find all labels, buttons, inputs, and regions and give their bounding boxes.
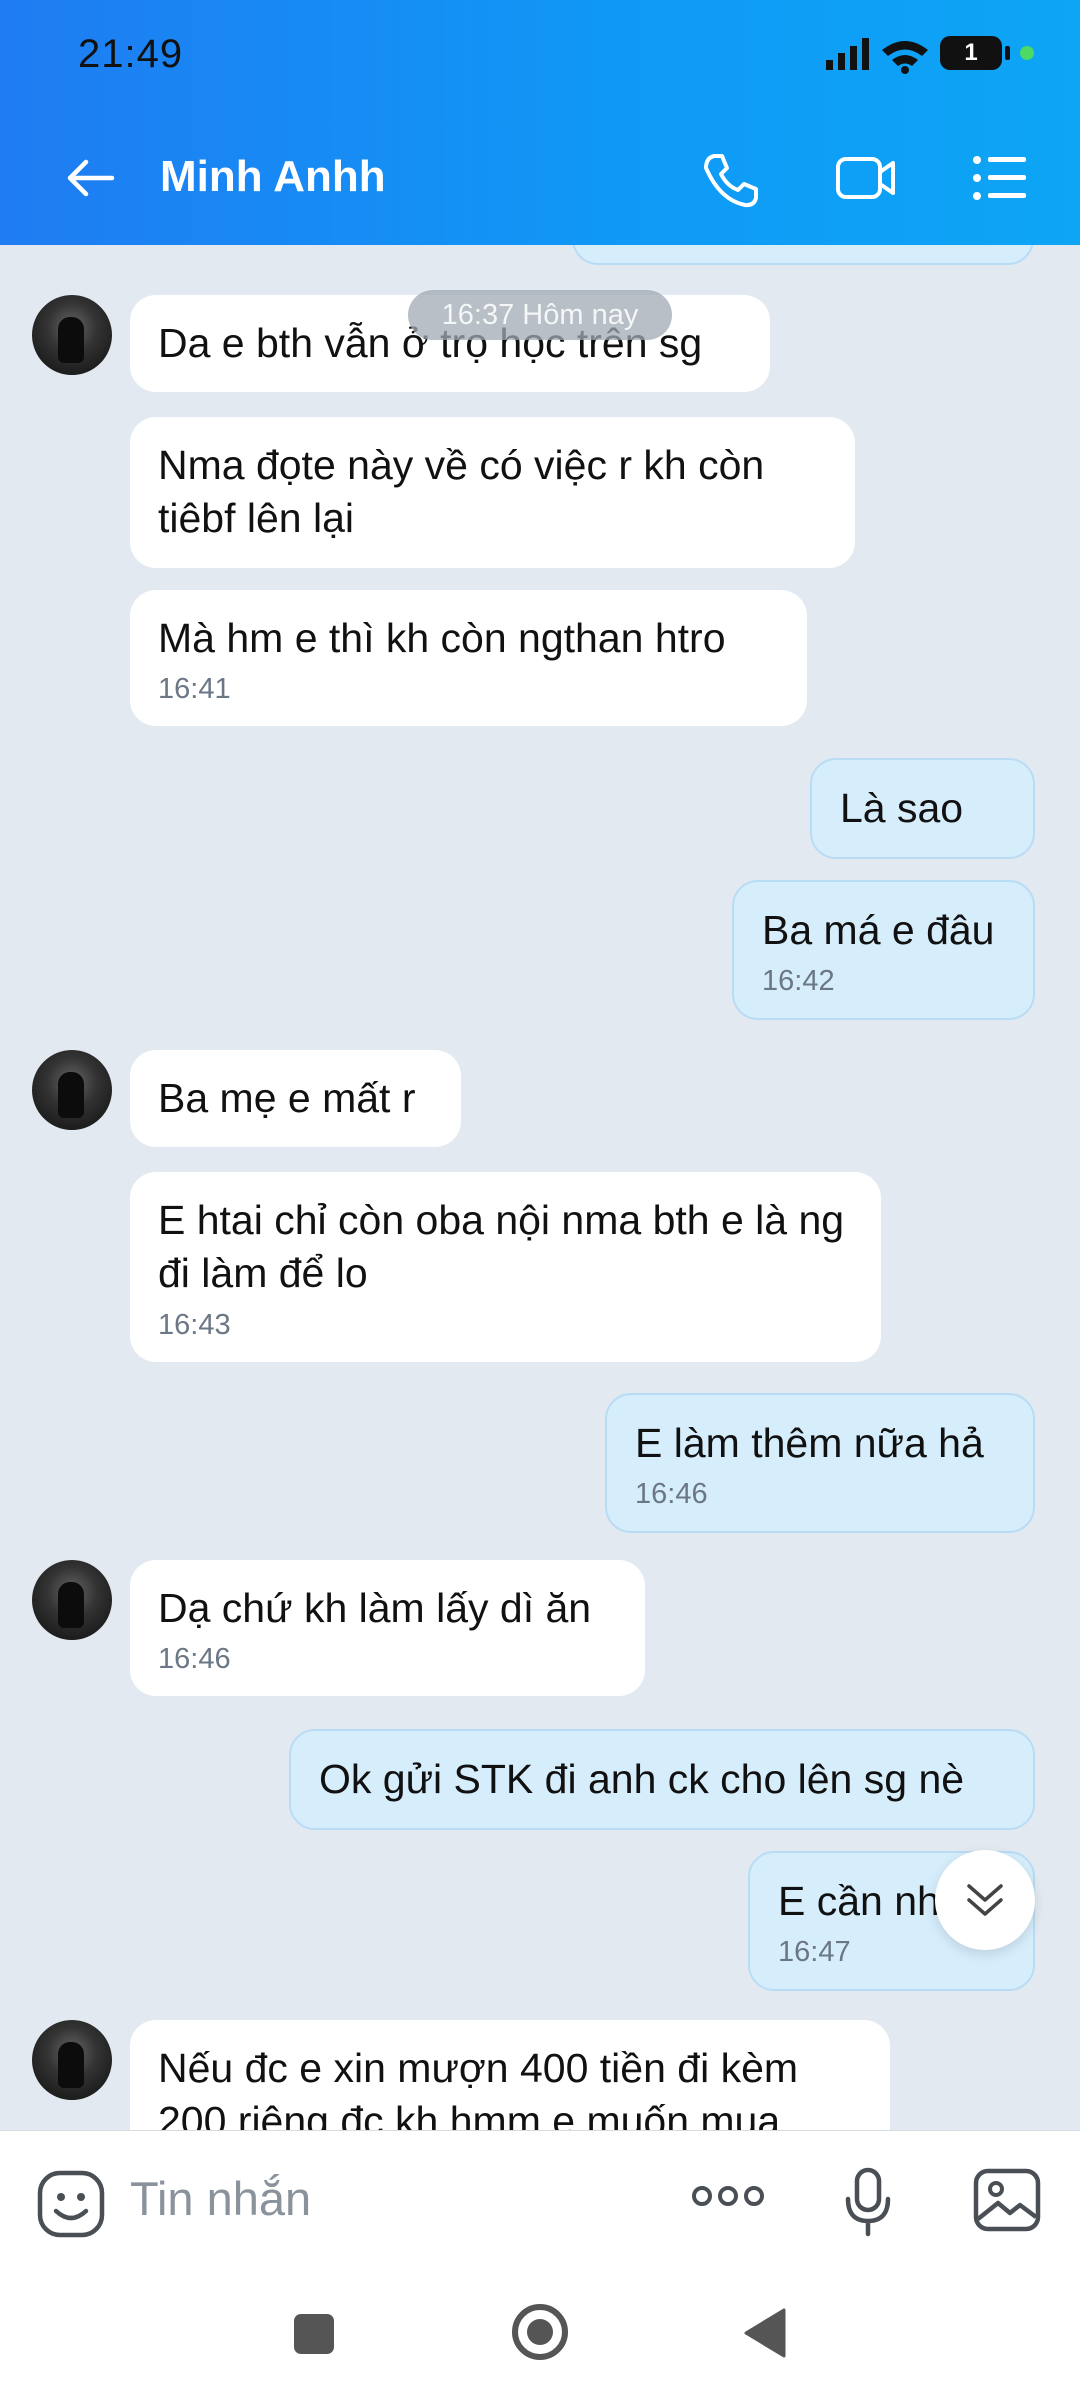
message-text: Mà hm e thì kh còn ngthan htro bbox=[158, 615, 726, 661]
top-header: 21:49 1 Minh Anhh bbox=[0, 0, 1080, 245]
message-input[interactable]: Tin nhắn bbox=[130, 2171, 311, 2226]
message-bubble[interactable]: E làm thêm nữa hả 16:46 bbox=[605, 1393, 1035, 1534]
message-bubble[interactable]: Là sao bbox=[810, 758, 1035, 860]
system-nav-bar bbox=[0, 2270, 1080, 2400]
message-text: E làm thêm nữa hả bbox=[635, 1420, 984, 1466]
message-text: Nma đọte này về có việc r kh còn tiêbf l… bbox=[158, 442, 765, 542]
message-text: Ba mẹ e mất r bbox=[158, 1075, 416, 1121]
video-icon[interactable] bbox=[835, 154, 897, 202]
avatar[interactable] bbox=[32, 1050, 112, 1130]
chat-area[interactable]: Da e bth vẫn ở trọ học trên sg 16:37 Hôm… bbox=[0, 245, 1080, 2130]
message-bubble[interactable]: Ok gửi STK đi anh ck cho lên sg nè bbox=[289, 1729, 1035, 1831]
scroll-to-bottom-button[interactable] bbox=[935, 1850, 1035, 1950]
message-bubble[interactable]: Dạ chứ kh làm lấy dì ăn 16:46 bbox=[130, 1560, 645, 1697]
message-time: 16:43 bbox=[158, 1308, 231, 1341]
avatar[interactable] bbox=[32, 295, 112, 375]
wifi-icon bbox=[882, 41, 928, 74]
recents-icon[interactable] bbox=[292, 2312, 336, 2356]
message-text: Là sao bbox=[840, 785, 964, 831]
message-time: 16:41 bbox=[158, 673, 231, 706]
message-text: E htai chỉ còn oba nội nma bth e là ng đ… bbox=[158, 1197, 845, 1297]
message-text: Ok gửi STK đi anh ck cho lên sg nè bbox=[319, 1756, 965, 1802]
double-chevron-down-icon bbox=[967, 1884, 1003, 1916]
home-icon[interactable] bbox=[510, 2302, 570, 2362]
message-time: 16:46 bbox=[158, 1643, 231, 1676]
date-pill: 16:37 Hôm nay bbox=[408, 290, 672, 340]
message-bubble[interactable]: Nếu đc e xin mượn 400 tiền đi kèm 200 ri… bbox=[130, 2020, 890, 2130]
avatar[interactable] bbox=[32, 1560, 112, 1640]
status-bar: 21:49 1 bbox=[0, 28, 1080, 78]
microphone-icon[interactable] bbox=[843, 2167, 893, 2237]
previous-message-fragment bbox=[572, 245, 1034, 265]
avatar[interactable] bbox=[32, 2020, 112, 2100]
message-bubble[interactable]: Ba má e đâu 16:42 bbox=[732, 880, 1035, 1021]
status-dot bbox=[1020, 46, 1034, 60]
nav-back-icon[interactable] bbox=[742, 2306, 788, 2360]
more-dots-icon[interactable] bbox=[690, 2183, 766, 2209]
message-bubble[interactable]: Nma đọte này về có việc r kh còn tiêbf l… bbox=[130, 417, 855, 568]
message-bubble[interactable]: E htai chỉ còn oba nội nma bth e là ng đ… bbox=[130, 1172, 881, 1362]
message-time: 16:42 bbox=[762, 965, 835, 998]
message-text: Nếu đc e xin mượn 400 tiền đi kèm 200 ri… bbox=[158, 2045, 799, 2130]
message-text: Ba má e đâu bbox=[762, 907, 995, 953]
back-arrow-icon[interactable] bbox=[62, 150, 118, 206]
message-composer: Tin nhắn bbox=[0, 2130, 1080, 2270]
image-icon[interactable] bbox=[972, 2167, 1042, 2233]
signal-icon bbox=[826, 38, 869, 70]
message-bubble[interactable]: Mà hm e thì kh còn ngthan htro 16:41 bbox=[130, 590, 807, 727]
list-menu-icon[interactable] bbox=[972, 154, 1028, 202]
status-time: 21:49 bbox=[78, 32, 184, 76]
battery-indicator: 1 bbox=[940, 36, 1010, 70]
message-time: 16:46 bbox=[635, 1478, 708, 1511]
phone-icon[interactable] bbox=[700, 150, 760, 210]
emoji-icon[interactable] bbox=[36, 2169, 106, 2239]
chat-title[interactable]: Minh Anhh bbox=[160, 152, 386, 202]
app-bar: Minh Anhh bbox=[0, 140, 1080, 220]
message-bubble[interactable]: Ba mẹ e mất r bbox=[130, 1050, 461, 1148]
message-text: Dạ chứ kh làm lấy dì ăn bbox=[158, 1585, 592, 1631]
